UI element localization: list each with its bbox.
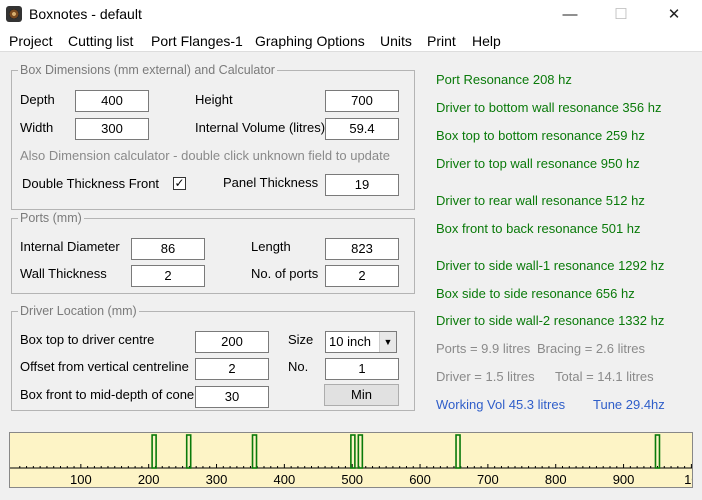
driver-size-value: 10 inch xyxy=(329,334,371,349)
close-button[interactable]: ✕ xyxy=(651,0,697,30)
bracing-volume: Bracing = 2.6 litres xyxy=(537,341,646,356)
cone-depth-label: Box front to mid-depth of cone xyxy=(20,387,195,402)
double-thickness-checkbox[interactable]: ✓ xyxy=(173,177,186,190)
driver-top-resonance: Driver to top wall resonance 950 hz xyxy=(436,156,640,171)
driver-top-field[interactable]: 200 xyxy=(195,331,269,353)
minimize-button[interactable]: — xyxy=(547,0,593,30)
graph-marker-4 xyxy=(357,434,364,469)
graph-tick-label: 500 xyxy=(341,472,363,487)
graph-tick-label: 100 xyxy=(70,472,92,487)
calculator-hint: Also Dimension calculator - double click… xyxy=(20,148,390,163)
graph-tick-label: 700 xyxy=(477,472,499,487)
number-of-ports-label: No. of ports xyxy=(251,266,319,281)
driver-rear-resonance: Driver to rear wall resonance 512 hz xyxy=(436,193,645,208)
menu-port-flanges[interactable]: Port Flanges-1 xyxy=(151,33,243,49)
driver-size-select[interactable]: 10 inch ▼ xyxy=(325,331,397,353)
driver-count-field[interactable]: 1 xyxy=(325,358,399,380)
port-length-label: Length xyxy=(251,239,291,254)
height-field[interactable]: 700 xyxy=(325,90,399,112)
driver-volume: Driver = 1.5 litres xyxy=(436,369,535,384)
double-thickness-label: Double Thickness Front xyxy=(22,176,160,191)
graph-marker-5 xyxy=(455,434,461,469)
chevron-down-icon[interactable]: ▼ xyxy=(379,332,396,352)
driver-top-label: Box top to driver centre xyxy=(20,332,155,347)
panel-thickness-label: Panel Thickness xyxy=(223,175,319,190)
driver-side1-resonance: Driver to side wall-1 resonance 1292 hz xyxy=(436,258,665,273)
graph-marker-1 xyxy=(185,434,192,469)
graph-tick-label: 200 xyxy=(138,472,160,487)
menu-cutting-list[interactable]: Cutting list xyxy=(68,33,133,49)
internal-diameter-field[interactable]: 86 xyxy=(131,238,205,260)
speaker-app-icon[interactable] xyxy=(6,6,22,22)
graph-marker-3 xyxy=(350,434,356,469)
offset-label: Offset from vertical centreline xyxy=(20,359,189,374)
port-length-field[interactable]: 823 xyxy=(325,238,399,260)
ports-legend: Ports (mm) xyxy=(18,211,84,225)
number-of-ports-field[interactable]: 2 xyxy=(325,265,399,287)
depth-label: Depth xyxy=(20,92,55,107)
depth-field[interactable]: 400 xyxy=(75,90,149,112)
driver-count-label: No. xyxy=(288,359,309,374)
graph-marker-6 xyxy=(654,434,661,469)
menu-units[interactable]: Units xyxy=(380,33,412,49)
internal-diameter-label: Internal Diameter xyxy=(20,239,120,254)
graph-tick-label: 300 xyxy=(206,472,228,487)
front-back-resonance: Box front to back resonance 501 hz xyxy=(436,221,641,236)
menu-project[interactable]: Project xyxy=(9,33,53,49)
internal-volume-field[interactable]: 59.4 xyxy=(325,118,399,140)
wall-thickness-label: Wall Thickness xyxy=(20,266,107,281)
graph-tick-label: 800 xyxy=(545,472,567,487)
working-volume: Working Vol 45.3 litres xyxy=(436,397,566,412)
driver-size-label: Size xyxy=(288,332,314,347)
width-field[interactable]: 300 xyxy=(75,118,149,140)
panel-thickness-field[interactable]: 19 xyxy=(325,174,399,196)
graph-tick-label: 900 xyxy=(613,472,635,487)
height-label: Height xyxy=(195,92,233,107)
graph-tick-label: 10 xyxy=(684,472,693,487)
top-bottom-resonance: Box top to bottom resonance 259 hz xyxy=(436,128,645,143)
ports-volume: Ports = 9.9 litres xyxy=(436,341,531,356)
graph-marker-0 xyxy=(151,434,157,469)
resonance-graph-svg: 100 200 300 400 500 600 700 800 900 10 xyxy=(10,434,693,487)
cone-depth-field[interactable]: 30 xyxy=(195,386,269,408)
resonance-graph: 100 200 300 400 500 600 700 800 900 10 xyxy=(9,432,693,488)
driver-side2-resonance: Driver to side wall-2 resonance 1332 hz xyxy=(436,313,665,328)
menu-print[interactable]: Print xyxy=(427,33,456,49)
wall-thickness-field[interactable]: 2 xyxy=(131,265,205,287)
tune-frequency: Tune 29.4hz xyxy=(593,397,665,412)
total-volume: Total = 14.1 litres xyxy=(555,369,654,384)
menu-graphing-options[interactable]: Graphing Options xyxy=(255,33,365,49)
side-side-resonance: Box side to side resonance 656 hz xyxy=(436,286,635,301)
window-title: Boxnotes - default xyxy=(29,6,142,22)
width-label: Width xyxy=(20,120,54,135)
graph-tick-label: 600 xyxy=(409,472,431,487)
box-dimensions-legend: Box Dimensions (mm external) and Calcula… xyxy=(18,63,277,77)
driver-bottom-resonance: Driver to bottom wall resonance 356 hz xyxy=(436,100,662,115)
offset-field[interactable]: 2 xyxy=(195,358,269,380)
driver-location-legend: Driver Location (mm) xyxy=(18,304,139,318)
graph-tick-label: 400 xyxy=(274,472,296,487)
min-button[interactable]: Min xyxy=(324,384,399,406)
graph-marker-2 xyxy=(251,434,258,469)
maximize-button[interactable]: ☐ xyxy=(598,0,644,30)
menu-help[interactable]: Help xyxy=(472,33,501,49)
internal-volume-label: Internal Volume (litres) xyxy=(195,120,326,135)
port-resonance: Port Resonance 208 hz xyxy=(436,72,572,87)
